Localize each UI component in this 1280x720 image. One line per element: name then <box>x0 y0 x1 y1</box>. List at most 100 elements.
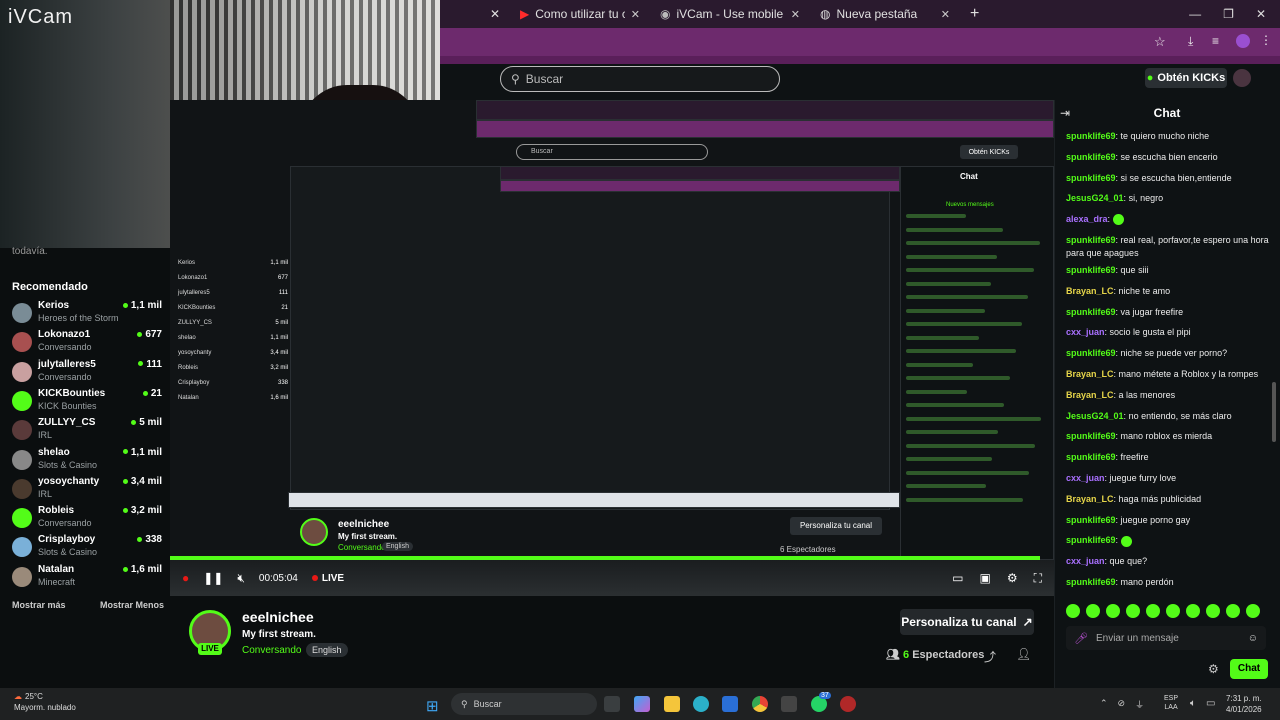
chat-username[interactable]: JesusG24_01 <box>1066 411 1124 421</box>
store-icon[interactable] <box>722 696 738 712</box>
minimize-button[interactable]: — <box>1189 7 1201 21</box>
close-window-button[interactable]: ✕ <box>1256 7 1266 21</box>
capture-app-icon[interactable] <box>781 696 797 712</box>
user-options-icon[interactable]: 👤︎ <box>1016 647 1031 661</box>
emote-icon[interactable] <box>1146 604 1160 618</box>
chat-username[interactable]: spunklife69 <box>1066 152 1116 162</box>
chat-username[interactable]: spunklife69 <box>1066 515 1116 525</box>
show-less-link[interactable]: Mostrar Menos <box>100 600 164 610</box>
chat-username[interactable]: cxx_juan <box>1066 473 1105 483</box>
emote-icon[interactable] <box>1126 604 1140 618</box>
emote-icon[interactable] <box>1106 604 1120 618</box>
sidebar-item-yosoychanty[interactable]: yosoychanty IRL 3,4 mil <box>12 476 162 504</box>
chat-username[interactable]: Brayan_LC <box>1066 390 1114 400</box>
chat-username[interactable]: spunklife69 <box>1066 307 1116 317</box>
pause-icon[interactable]: ❚❚ <box>203 571 223 585</box>
chevron-up-icon[interactable]: ⌃ <box>1100 698 1108 711</box>
chat-input[interactable]: 🎤︎ Enviar un mensaje ☺ <box>1066 626 1266 650</box>
stream-category[interactable]: Conversando <box>242 645 301 656</box>
miniplayer-icon[interactable]: ▣ <box>979 571 990 586</box>
chat-username[interactable]: Brayan_LC <box>1066 494 1114 504</box>
sidebar-item-natalan[interactable]: Natalan Minecraft 1,6 mil <box>12 564 162 592</box>
battery-icon[interactable]: ▭ <box>1206 698 1215 709</box>
record-icon[interactable]: ● <box>182 571 189 585</box>
chat-send-button[interactable]: Chat <box>1230 659 1268 679</box>
get-kicks-button[interactable]: ● Obtén KICKs <box>1145 68 1227 88</box>
volume-icon[interactable]: 🔈︎ <box>1190 698 1196 709</box>
input-language[interactable]: ESP LAA <box>1164 694 1178 712</box>
tab-ivcam[interactable]: ◉ iVCam - Use mobile phone as ✕ <box>650 0 810 28</box>
search-input[interactable]: ⚲ Buscar <box>500 66 780 92</box>
chat-username[interactable]: spunklife69 <box>1066 235 1116 245</box>
emote-icon[interactable] <box>1066 604 1080 618</box>
chat-username[interactable]: alexa_dra <box>1066 214 1108 224</box>
mic-icon[interactable]: 🎤︎ <box>1074 632 1088 645</box>
tab-close-prev[interactable]: ✕ <box>440 0 510 28</box>
show-more-link[interactable]: Mostrar más <box>12 600 66 610</box>
close-icon[interactable]: ✕ <box>941 8 950 21</box>
chat-username[interactable]: spunklife69 <box>1066 431 1116 441</box>
fullscreen-icon[interactable]: ⛶ <box>1034 571 1042 586</box>
language-tag[interactable]: English <box>306 643 348 657</box>
mute-icon[interactable]: 🔇︎ <box>237 571 245 586</box>
sidebar-item-robleis[interactable]: Robleis Conversando 3,2 mil <box>12 505 162 533</box>
share-icon[interactable]: ⤴ <box>984 648 996 665</box>
system-clock[interactable]: 7:31 p. m. 4/01/2026 <box>1226 693 1262 715</box>
sidebar-item-shelao[interactable]: shelao Slots & Casino 1,1 mil <box>12 447 162 475</box>
close-icon[interactable]: ✕ <box>791 8 800 21</box>
chat-scrollbar[interactable] <box>1272 382 1276 442</box>
emote-icon[interactable] <box>1186 604 1200 618</box>
channel-name[interactable]: eeelnichee <box>242 609 314 625</box>
game-app-icon[interactable] <box>840 696 856 712</box>
chat-username[interactable]: cxx_juan <box>1066 556 1105 566</box>
download-icon[interactable]: ⤓ <box>1188 34 1193 49</box>
theater-icon[interactable]: ▭ <box>952 571 963 586</box>
user-avatar[interactable] <box>1233 69 1251 87</box>
customize-channel-button[interactable]: Personaliza tu canal ↗ <box>900 609 1034 635</box>
chat-username[interactable]: spunklife69 <box>1066 173 1116 183</box>
chat-username[interactable]: Brayan_LC <box>1066 286 1114 296</box>
chat-username[interactable]: spunklife69 <box>1066 265 1116 275</box>
profile-icon[interactable] <box>1236 34 1250 48</box>
tab-youtube[interactable]: ▶ Como utilizar tu celular como c ✕ <box>510 0 650 28</box>
star-icon[interactable]: ☆ <box>1154 34 1166 50</box>
emote-icon[interactable] <box>1206 604 1220 618</box>
network-off-icon[interactable]: ⊘ <box>1118 698 1126 711</box>
playlist-icon[interactable]: ≡ <box>1212 34 1219 48</box>
chat-username[interactable]: spunklife69 <box>1066 577 1116 587</box>
maximize-button[interactable]: ❐ <box>1223 7 1234 21</box>
close-icon[interactable]: ✕ <box>631 8 640 21</box>
emote-icon[interactable] <box>1226 604 1240 618</box>
sidebar-item-kickbounties[interactable]: KICKBounties KICK Bounties 21 <box>12 388 162 416</box>
chrome-icon[interactable] <box>752 696 768 712</box>
taskbar-search[interactable]: ⚲ Buscar <box>451 693 597 715</box>
sidebar-item-zullyy-cs[interactable]: ZULLYY_CS IRL 5 mil <box>12 417 162 445</box>
sidebar-item-crisplayboy[interactable]: Crisplayboy Slots & Casino 338 <box>12 534 162 562</box>
copilot-icon[interactable] <box>634 696 650 712</box>
menu-icon[interactable]: ⋮ <box>1260 33 1272 47</box>
emote-icon[interactable] <box>1246 604 1260 618</box>
chat-username[interactable]: spunklife69 <box>1066 452 1116 462</box>
edge-icon[interactable] <box>693 696 709 712</box>
task-view-icon[interactable] <box>604 696 620 712</box>
chat-settings-icon[interactable]: ⚙ <box>1208 662 1219 676</box>
sidebar-item-julytalleres5[interactable]: julytalleres5 Conversando 111 <box>12 359 162 387</box>
settings-icon[interactable]: ⚙ <box>1007 571 1018 586</box>
file-explorer-icon[interactable] <box>664 696 680 712</box>
sidebar-item-lokonazo1[interactable]: Lokonazo1 Conversando 677 <box>12 329 162 357</box>
chat-username[interactable]: JesusG24_01 <box>1066 193 1124 203</box>
video-player[interactable]: Buscar Obtén KICKs Chat Nuevos mensajes … <box>170 100 1054 560</box>
emote-icon[interactable] <box>1086 604 1100 618</box>
weather-widget[interactable]: ☁ 25°C Mayorm. nublado <box>14 691 76 713</box>
sidebar-item-kerios[interactable]: Kerios Heroes of the Storm 1,1 mil <box>12 300 162 328</box>
usb-icon[interactable]: ⏚ <box>1135 698 1144 711</box>
emote-icon[interactable] <box>1166 604 1180 618</box>
windows-start-icon[interactable]: ⊞ <box>426 697 439 715</box>
new-tab-button[interactable]: + <box>960 0 989 28</box>
chat-username[interactable]: spunklife69 <box>1066 348 1116 358</box>
chat-username[interactable]: cxx_juan <box>1066 327 1105 337</box>
chat-username[interactable]: Brayan_LC <box>1066 369 1114 379</box>
emoji-icon[interactable]: ☺ <box>1248 633 1258 644</box>
chat-username[interactable]: spunklife69 <box>1066 131 1116 141</box>
chat-username[interactable]: spunklife69 <box>1066 535 1116 545</box>
